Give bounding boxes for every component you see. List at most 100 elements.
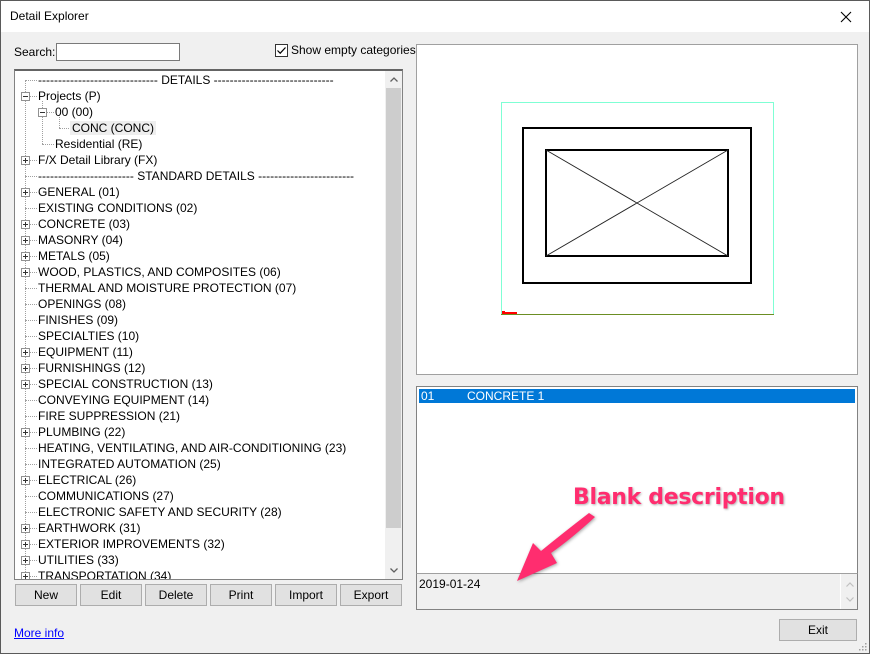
tree-item[interactable]: INTEGRATED AUTOMATION (25) — [36, 456, 223, 472]
tree-item[interactable]: FIRE SUPPRESSION (21) — [36, 408, 182, 424]
desc-scroll-down-button[interactable] — [841, 591, 858, 608]
tree-item[interactable]: SPECIAL CONSTRUCTION (13) — [36, 376, 215, 392]
scroll-thumb[interactable] — [386, 88, 401, 528]
tree-item[interactable]: OPENINGS (08) — [36, 296, 128, 312]
tree-item[interactable]: HEATING, VENTILATING, AND AIR-CONDITIONI… — [36, 440, 348, 456]
tree-item[interactable]: EQUIPMENT (11) — [36, 344, 135, 360]
checkmark-icon — [277, 46, 286, 54]
expand-icon[interactable] — [21, 156, 30, 165]
tree-item[interactable]: METALS (05) — [36, 248, 112, 264]
tree-item[interactable]: COMMUNICATIONS (27) — [36, 488, 176, 504]
tree-item[interactable]: Projects (P) — [36, 88, 103, 104]
tree-item[interactable]: F/X Detail Library (FX) — [36, 152, 159, 168]
tree-item-label: FIRE SUPPRESSION (21) — [38, 409, 181, 423]
tree-item[interactable]: ELECTRICAL (26) — [36, 472, 138, 488]
print-button[interactable]: Print — [210, 584, 272, 606]
chevron-down-icon — [389, 568, 398, 573]
tree-item[interactable]: ELECTRONIC SAFETY AND SECURITY (28) — [36, 504, 284, 520]
tree-item-label: METALS (05) — [38, 249, 110, 263]
tree-item[interactable]: MASONRY (04) — [36, 232, 125, 248]
tree-item[interactable]: FINISHES (09) — [36, 312, 120, 328]
description-box[interactable]: 2019-01-24 — [416, 573, 858, 610]
close-button[interactable] — [823, 1, 869, 32]
expand-icon[interactable] — [21, 188, 30, 197]
annotation-label: Blank description — [573, 485, 785, 510]
category-tree[interactable]: ------------------------------ DETAILS -… — [14, 69, 403, 580]
list-item[interactable]: 01 CONCRETE 1 — [419, 389, 855, 403]
expand-icon[interactable] — [21, 380, 30, 389]
expand-icon[interactable] — [21, 236, 30, 245]
tree-item[interactable]: ------------------------------ DETAILS -… — [36, 72, 336, 88]
chevron-up-icon — [389, 77, 398, 82]
expand-icon[interactable] — [21, 252, 30, 261]
tree-item-label: PLUMBING (22) — [38, 425, 126, 439]
edit-button[interactable]: Edit — [80, 584, 142, 606]
tree-item[interactable]: WOOD, PLASTICS, AND COMPOSITES (06) — [36, 264, 283, 280]
expand-icon[interactable] — [21, 572, 30, 579]
new-button[interactable]: New — [15, 584, 77, 606]
show-empty-categories-checkbox[interactable]: Show empty categories — [275, 43, 416, 57]
detail-number: 01 — [421, 389, 435, 403]
expand-icon[interactable] — [21, 428, 30, 437]
exit-button[interactable]: Exit — [779, 619, 857, 641]
search-input[interactable] — [56, 43, 180, 61]
scroll-up-button[interactable] — [385, 71, 402, 88]
tree-item[interactable]: EXTERIOR IMPROVEMENTS (32) — [36, 536, 227, 552]
description-scrollbar[interactable] — [840, 574, 857, 609]
annotation-arrow-icon — [517, 513, 595, 581]
expand-icon[interactable] — [21, 476, 30, 485]
tree-item[interactable]: SPECIALTIES (10) — [36, 328, 141, 344]
description-text: 2019-01-24 — [419, 577, 481, 591]
expand-icon[interactable] — [21, 220, 30, 229]
tree-item[interactable]: GENERAL (01) — [36, 184, 122, 200]
tree-item[interactable]: UTILITIES (33) — [36, 552, 121, 568]
delete-button[interactable]: Delete — [145, 584, 207, 606]
tree-item[interactable]: TRANSPORTATION (34) — [36, 568, 173, 579]
tree-item-label: GENERAL (01) — [38, 185, 120, 199]
tree-item[interactable]: EXISTING CONDITIONS (02) — [36, 200, 199, 216]
collapse-icon[interactable] — [21, 92, 30, 101]
expand-icon[interactable] — [21, 268, 30, 277]
tree-item-label: Projects (P) — [38, 89, 101, 103]
export-button[interactable]: Export — [340, 584, 402, 606]
checkbox-box[interactable] — [275, 43, 288, 57]
tree-item-label: TRANSPORTATION (34) — [38, 569, 172, 579]
tree-item[interactable]: CONVEYING EQUIPMENT (14) — [36, 392, 211, 408]
tree-item[interactable]: CONCRETE (03) — [36, 216, 132, 232]
tree-item[interactable]: Residential (RE) — [53, 136, 144, 152]
tree-item[interactable]: CONC (CONC) — [70, 120, 156, 136]
tree-scrollbar[interactable] — [385, 71, 402, 579]
detail-drawing — [501, 102, 774, 315]
collapse-icon[interactable] — [38, 108, 47, 117]
detail-explorer-window: Detail Explorer Search: Show empty categ… — [0, 0, 870, 654]
detail-preview — [416, 44, 858, 375]
expand-icon[interactable] — [21, 556, 30, 565]
expand-icon[interactable] — [21, 348, 30, 357]
tree-item-label: INTEGRATED AUTOMATION (25) — [38, 457, 221, 471]
tree-item[interactable]: ------------------------ STANDARD DETAIL… — [36, 168, 356, 184]
resize-grip-icon[interactable] — [857, 641, 867, 651]
tree-item-label: COMMUNICATIONS (27) — [38, 489, 174, 503]
tree-item-label: EARTHWORK (31) — [38, 521, 141, 535]
tree-item-label: WOOD, PLASTICS, AND COMPOSITES (06) — [38, 265, 281, 279]
tree-item-label: F/X Detail Library (FX) — [38, 153, 158, 167]
tree-item-label: CONC (CONC) — [70, 121, 156, 135]
tree-item[interactable]: 00 (00) — [53, 104, 95, 120]
expand-icon[interactable] — [21, 540, 30, 549]
tree-item-label: EXTERIOR IMPROVEMENTS (32) — [38, 537, 225, 551]
tree-item-label: Residential (RE) — [55, 137, 143, 151]
tree-item[interactable]: PLUMBING (22) — [36, 424, 127, 440]
origin-marker — [505, 312, 517, 314]
tree-item-label: HEATING, VENTILATING, AND AIR-CONDITIONI… — [38, 441, 347, 455]
tree-item[interactable]: FURNISHINGS (12) — [36, 360, 147, 376]
close-icon — [840, 11, 852, 22]
tree-item[interactable]: EARTHWORK (31) — [36, 520, 142, 536]
scroll-down-button[interactable] — [385, 562, 402, 579]
more-info-link[interactable]: More info — [14, 626, 64, 640]
tree-item[interactable]: THERMAL AND MOISTURE PROTECTION (07) — [36, 280, 298, 296]
expand-icon[interactable] — [21, 364, 30, 373]
tree-item-label: CONCRETE (03) — [38, 217, 131, 231]
detail-list[interactable]: 01 CONCRETE 1 — [416, 386, 858, 574]
expand-icon[interactable] — [21, 524, 30, 533]
import-button[interactable]: Import — [275, 584, 337, 606]
